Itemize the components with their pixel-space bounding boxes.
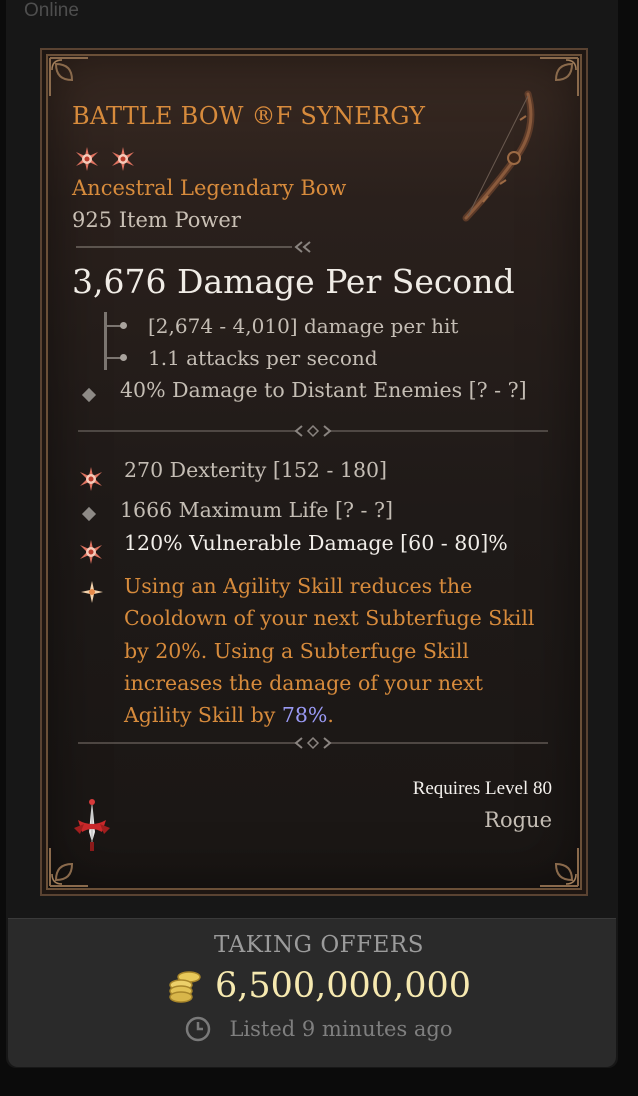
damage-per-hit: [2,674 - 4,010] damage per hit [148, 314, 459, 338]
bow-icon [462, 90, 535, 222]
affix-maximum-life: 1666 Maximum Life [? - ?] [120, 498, 393, 522]
greater-affix-icon [76, 147, 98, 171]
implicit-affix: 40% Damage to Distant Enemies [? - ?] [120, 378, 527, 402]
divider [78, 424, 548, 438]
listed-time: Listed 9 minutes ago [229, 1017, 453, 1041]
greater-affix-icon [112, 147, 134, 171]
listing-price: 6,500,000,000 [214, 966, 472, 1006]
rogue-class-icon [74, 799, 110, 851]
greater-affix-icon [80, 467, 102, 491]
attack-speed: 1.1 attacks per second [148, 346, 378, 370]
greater-affix-icon [80, 540, 102, 564]
divider [78, 736, 548, 750]
stat-tree-dot [120, 322, 127, 329]
affix-dexterity: 270 Dexterity [152 - 180] [124, 458, 388, 482]
online-status: Online [24, 0, 79, 21]
legendary-aspect-icon [81, 581, 103, 603]
clock-icon [186, 1016, 211, 1042]
corner-ornament-icon [540, 848, 579, 887]
listing-status: TAKING OFFERS [214, 932, 424, 958]
required-level: Requires Level 80 [412, 778, 552, 799]
stat-tree-dot [120, 354, 127, 361]
listed-row: Listed 9 minutes ago [0, 1016, 638, 1042]
legendary-aspect-text: Using an Agility Skill reduces the Coold… [124, 570, 554, 731]
divider [76, 241, 311, 253]
aspect-text-after: . [327, 703, 334, 728]
required-class: Rogue [484, 808, 552, 832]
item-power: 925 Item Power [72, 208, 241, 232]
item-name: BATTLE BOW ®F SYNERGY [72, 102, 426, 130]
affix-vulnerable-damage: 120% Vulnerable Damage [60 - 80]% [124, 531, 508, 555]
stat-tree-line [104, 312, 107, 370]
gold-coins-icon [169, 971, 201, 1003]
dps-value: 3,676 Damage Per Second [72, 262, 515, 301]
corner-ornament-icon [49, 57, 88, 96]
price-row: 6,500,000,000 [0, 966, 638, 1006]
item-type: Ancestral Legendary Bow [72, 176, 347, 200]
aspect-highlight-value: 78% [281, 703, 328, 728]
rarity-icons [74, 146, 136, 172]
corner-ornament-icon [540, 57, 579, 96]
